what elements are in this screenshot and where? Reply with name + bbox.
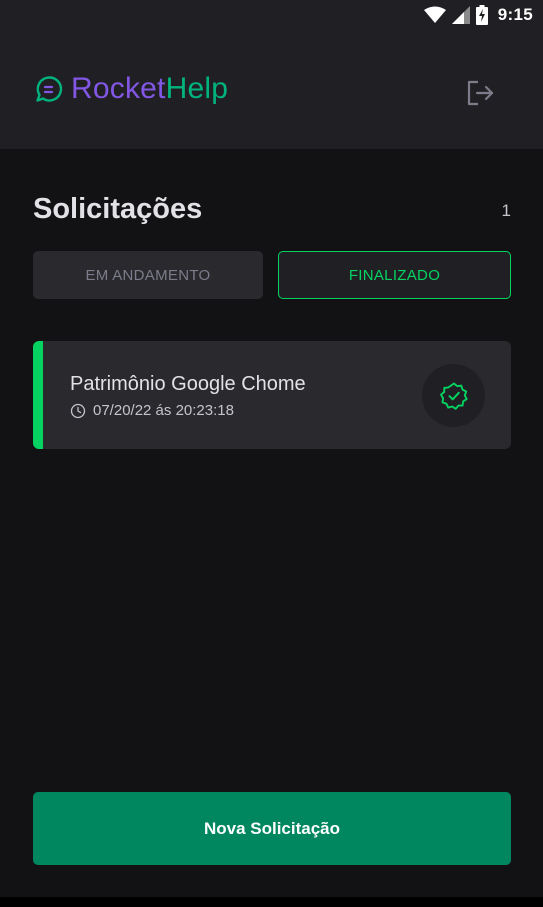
cell-signal-icon: [451, 6, 470, 24]
clock-icon: [70, 403, 86, 418]
request-card[interactable]: Patrimônio Google Chome 07/20/22 ás 20:2…: [33, 341, 511, 449]
request-title: Patrimônio Google Chome: [70, 373, 306, 395]
status-icons: 9:15: [423, 5, 533, 25]
main-content: Solicitações 1 EM ANDAMENTO FINALIZADO P…: [0, 149, 543, 897]
app-header: RocketHelp: [0, 32, 543, 149]
status-time: 9:15: [497, 5, 533, 24]
page-title: Solicitações: [33, 193, 203, 225]
request-datetime: 07/20/22 ás 20:23:18: [93, 402, 234, 419]
status-badge: [422, 364, 485, 427]
filter-closed-button[interactable]: FINALIZADO: [278, 251, 511, 299]
verified-check-icon: [439, 382, 468, 410]
wifi-icon: [423, 6, 446, 23]
logo: RocketHelp: [35, 72, 228, 106]
logo-text-help: Help: [165, 72, 229, 105]
chat-bubble-icon: [36, 76, 63, 102]
status-bar: 9:15: [0, 0, 543, 32]
new-request-button[interactable]: Nova Solicitação: [33, 792, 511, 865]
logout-icon: [467, 80, 494, 106]
logo-text: RocketHelp: [71, 72, 228, 106]
battery-charging-icon: [475, 5, 488, 25]
logo-text-rocket: Rocket: [71, 72, 166, 105]
logout-button[interactable]: [462, 74, 500, 112]
system-nav-bar: [0, 897, 543, 907]
status-indicator-bar: [33, 341, 43, 449]
request-count: 1: [501, 201, 511, 220]
request-meta: 07/20/22 ás 20:23:18: [70, 402, 234, 419]
filter-open-button[interactable]: EM ANDAMENTO: [33, 251, 263, 299]
title-row: Solicitações 1: [33, 193, 511, 229]
